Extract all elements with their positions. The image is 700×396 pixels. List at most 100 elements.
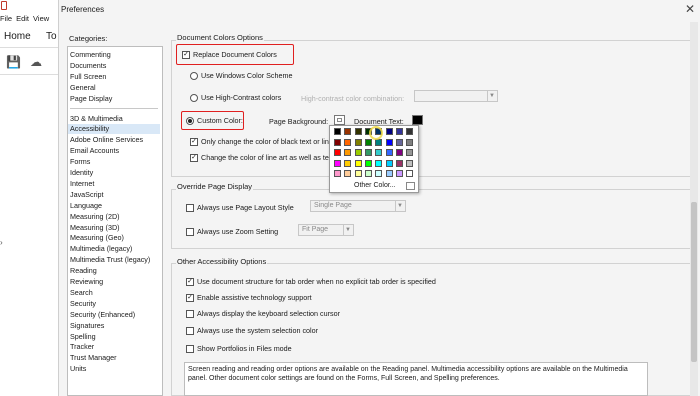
category-measuring-3d[interactable]: Measuring (3D) — [70, 223, 120, 233]
color-swatch-cell[interactable] — [354, 149, 362, 156]
color-swatch-cell[interactable] — [354, 170, 362, 177]
categories-list[interactable]: Commenting Documents Full Screen General Pag… — [67, 46, 163, 396]
color-swatch-cell[interactable] — [354, 128, 362, 135]
color-swatch-cell[interactable] — [395, 159, 403, 167]
page-background-swatch[interactable] — [334, 115, 345, 125]
category-internet[interactable]: Internet — [70, 179, 94, 189]
color-swatch-cell[interactable] — [334, 128, 341, 135]
color-swatch-cell[interactable] — [385, 159, 393, 167]
high-contrast-combo-dropdown[interactable]: ▼ — [414, 90, 498, 102]
color-swatch-cell[interactable] — [364, 159, 372, 167]
color-swatch-cell[interactable] — [375, 159, 383, 167]
menu-view[interactable]: View — [33, 14, 49, 23]
color-swatch-cell[interactable] — [385, 149, 393, 156]
color-swatch-cell[interactable] — [344, 159, 352, 167]
category-general[interactable]: General — [70, 83, 96, 93]
category-tracker[interactable]: Tracker — [70, 342, 94, 352]
color-swatch-cell[interactable] — [364, 170, 372, 177]
category-page-display[interactable]: Page Display — [70, 94, 112, 104]
category-multimedia-trust-legacy[interactable]: Multimedia Trust (legacy) — [70, 255, 150, 265]
color-swatch-cell[interactable] — [385, 170, 393, 177]
color-swatch-cell[interactable] — [344, 149, 352, 156]
accessibility-option-checkbox[interactable]: ✓ Enable assistive technology support — [186, 293, 312, 302]
color-swatch-cell[interactable] — [344, 128, 352, 135]
tab-tools[interactable]: To — [46, 31, 57, 42]
category-3d-multimedia[interactable]: 3D & Multimedia — [70, 114, 123, 124]
color-swatch-cell[interactable] — [406, 138, 414, 146]
color-swatch-cell[interactable] — [364, 138, 372, 146]
color-swatch-cell[interactable] — [334, 138, 341, 146]
close-icon[interactable]: ✕ — [685, 2, 695, 16]
document-text-swatch[interactable] — [412, 115, 423, 125]
page-layout-checkbox[interactable]: Always use Page Layout Style — [186, 203, 294, 212]
other-color-swatch[interactable] — [406, 182, 415, 190]
only-black-text-label: Only change the color of black text or l… — [201, 137, 333, 146]
save-icon[interactable]: 💾 — [6, 55, 21, 69]
color-swatch-cell[interactable] — [406, 170, 414, 177]
category-measuring-2d[interactable]: Measuring (2D) — [70, 212, 120, 222]
category-documents[interactable]: Documents — [70, 61, 106, 71]
category-measuring-geo[interactable]: Measuring (Geo) — [70, 233, 124, 243]
category-signatures[interactable]: Signatures — [70, 321, 104, 331]
color-swatch-cell[interactable] — [406, 128, 414, 135]
custom-color-radio[interactable]: Custom Color: — [186, 116, 243, 125]
color-swatch-cell[interactable] — [334, 159, 341, 167]
scrollbar-thumb[interactable] — [691, 202, 697, 362]
menu-edit[interactable]: Edit — [16, 14, 29, 23]
cloud-upload-icon[interactable]: ☁ — [30, 55, 42, 69]
category-security[interactable]: Security — [70, 299, 96, 309]
color-swatch-cell[interactable] — [364, 149, 372, 156]
tab-home[interactable]: Home — [4, 31, 31, 42]
category-spelling[interactable]: Spelling — [70, 332, 96, 342]
accessibility-option-checkbox[interactable]: Show Portfolios in Files mode — [186, 344, 292, 353]
category-multimedia-legacy[interactable]: Multimedia (legacy) — [70, 244, 132, 254]
line-art-checkbox[interactable]: ✓ Change the color of line art as well a… — [190, 153, 334, 162]
color-swatch-cell[interactable] — [375, 170, 383, 177]
category-identity[interactable]: Identity — [70, 168, 93, 178]
category-adobe-online-services[interactable]: Adobe Online Services — [70, 135, 143, 145]
accessibility-option-checkbox[interactable]: ✓ Use document structure for tab order wh… — [186, 277, 436, 286]
category-javascript[interactable]: JavaScript — [70, 190, 104, 200]
windows-color-scheme-radio[interactable]: Use Windows Color Scheme — [190, 71, 292, 80]
category-commenting[interactable]: Commenting — [70, 50, 111, 60]
color-swatch-cell[interactable] — [334, 149, 341, 156]
category-full-screen[interactable]: Full Screen — [70, 72, 106, 82]
accessibility-option-checkbox[interactable]: Always display the keyboard selection cu… — [186, 309, 340, 318]
accessibility-option-checkbox[interactable]: Always use the system selection color — [186, 326, 318, 335]
collapse-arrow-icon[interactable]: › — [0, 238, 3, 247]
category-forms[interactable]: Forms — [70, 157, 90, 167]
color-swatch-cell[interactable] — [406, 149, 414, 156]
high-contrast-radio[interactable]: Use High-Contrast colors — [190, 93, 281, 102]
category-reviewing[interactable]: Reviewing — [70, 277, 103, 287]
zoom-setting-checkbox[interactable]: Always use Zoom Setting — [186, 227, 278, 236]
category-security-enhanced[interactable]: Security (Enhanced) — [70, 310, 135, 320]
replace-document-colors-checkbox[interactable]: ✓ Replace Document Colors — [182, 50, 277, 59]
color-swatch-cell[interactable] — [406, 159, 414, 167]
color-swatch-cell[interactable] — [354, 159, 362, 167]
color-swatch-cell[interactable] — [395, 128, 403, 135]
color-swatch-cell[interactable] — [354, 138, 362, 146]
category-search[interactable]: Search — [70, 288, 93, 298]
category-reading[interactable]: Reading — [70, 266, 97, 276]
category-trust-manager[interactable]: Trust Manager — [70, 353, 116, 363]
zoom-setting-dropdown[interactable]: Fit Page ▼ — [298, 224, 354, 236]
category-language[interactable]: Language — [70, 201, 102, 211]
color-swatch-cell[interactable] — [344, 170, 352, 177]
category-units[interactable]: Units — [70, 364, 86, 374]
color-swatch-cell[interactable] — [395, 170, 403, 177]
color-swatch-cell[interactable] — [385, 128, 393, 135]
page-layout-dropdown[interactable]: Single Page ▼ — [310, 200, 406, 212]
color-swatch-cell[interactable] — [375, 149, 383, 156]
category-email-accounts[interactable]: Email Accounts — [70, 146, 119, 156]
color-swatch-cell[interactable] — [395, 149, 403, 156]
color-swatch-cell[interactable] — [395, 138, 403, 146]
color-swatch-cell[interactable] — [385, 138, 393, 146]
category-accessibility[interactable]: Accessibility — [68, 124, 160, 135]
color-swatch-cell[interactable] — [334, 170, 341, 177]
dialog-scrollbar[interactable] — [690, 22, 698, 396]
color-swatch-cell[interactable] — [344, 138, 352, 146]
other-color-button[interactable]: Other Color... — [354, 182, 396, 189]
only-black-text-checkbox[interactable]: ✓ Only change the color of black text or… — [190, 137, 333, 146]
menu-file[interactable]: File — [0, 14, 12, 23]
accessibility-info-box: Screen reading and reading order options… — [184, 362, 648, 396]
